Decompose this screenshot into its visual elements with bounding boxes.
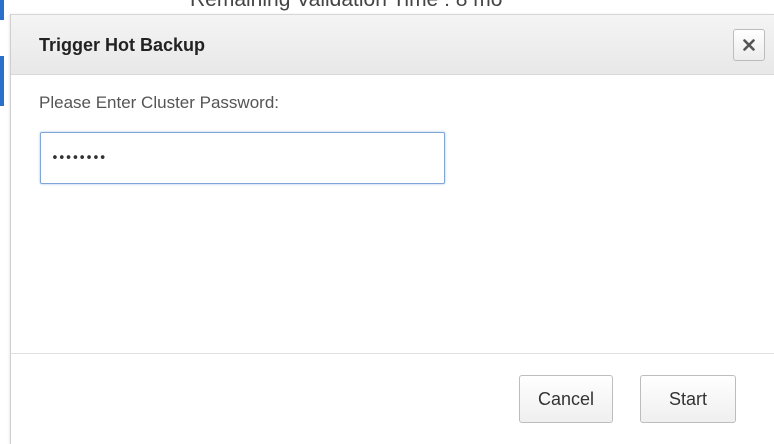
cluster-password-input[interactable] [40,132,445,184]
cancel-button[interactable]: Cancel [519,375,613,423]
trigger-hot-backup-dialog: Trigger Hot Backup Please Enter Cluster … [10,14,774,444]
footer-divider [11,353,774,354]
close-icon [743,39,755,51]
dialog-title: Trigger Hot Backup [39,35,206,55]
validation-time-text: Remaining Validation Time : 8 mo [190,0,502,12]
close-button[interactable] [733,29,765,61]
dialog-header: Trigger Hot Backup [11,15,774,75]
password-prompt-label: Please Enter Cluster Password: [39,93,279,112]
left-accent-bar [0,56,4,106]
start-button[interactable]: Start [640,375,736,423]
left-accent-bar [0,0,4,20]
